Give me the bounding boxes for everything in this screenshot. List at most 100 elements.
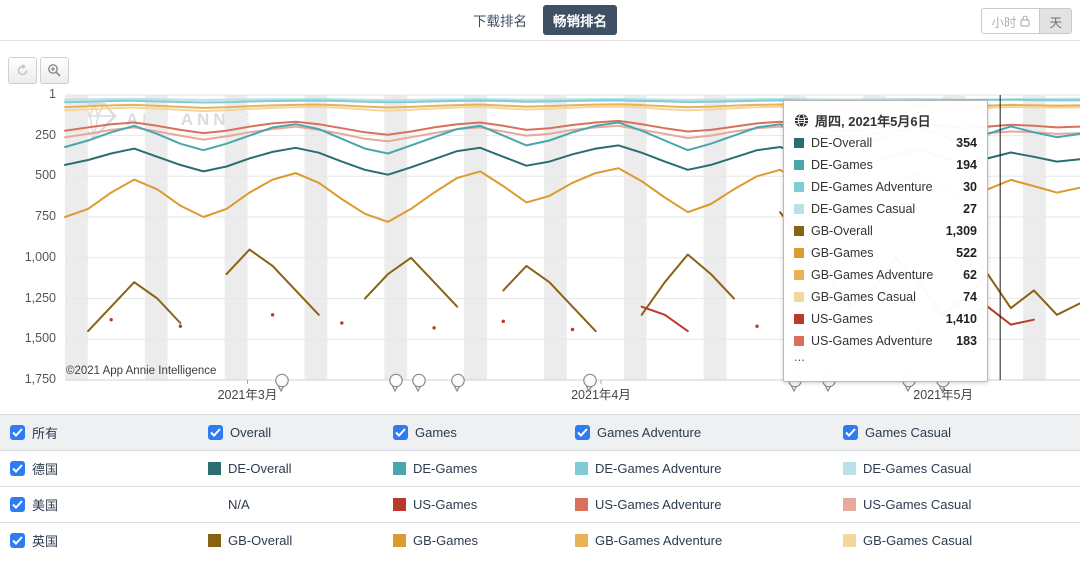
series-swatch — [794, 248, 804, 258]
legend-series-cell: GB-Games — [393, 533, 575, 548]
series-label: US-Games Adventure — [595, 497, 721, 512]
series-point-US-Games — [502, 320, 505, 323]
zoom-in-button[interactable] — [40, 57, 69, 84]
checkbox-country[interactable] — [10, 533, 25, 548]
tooltip-series-label: US-Games Adventure — [811, 334, 956, 348]
series-label: DE-Games Casual — [863, 461, 971, 476]
tooltip-series-value: 62 — [963, 268, 977, 282]
legend-series-cell: DE-Games — [393, 461, 575, 476]
copyright-text: ©2021 App Annie Intelligence — [66, 365, 216, 377]
tab-download-rank[interactable]: 下载排名 — [463, 5, 537, 35]
reset-zoom-button[interactable] — [8, 57, 37, 84]
tooltip-series-label: US-Games — [811, 312, 946, 326]
series-swatch — [794, 270, 804, 280]
legend-country-cell: 英国 — [10, 531, 208, 550]
weekend-band — [65, 95, 88, 380]
tooltip-row: DE-Games Adventure30 — [794, 176, 977, 198]
event-marker[interactable] — [411, 373, 427, 393]
series-swatch — [575, 498, 588, 511]
tooltip-series-value: 74 — [963, 290, 977, 304]
series-label: N/A — [228, 497, 250, 512]
tooltip-series-value: 27 — [963, 202, 977, 216]
tooltip-series-label: DE-Games — [811, 158, 956, 172]
legend-col-label: Games Adventure — [597, 425, 701, 440]
series-swatch — [843, 534, 856, 547]
top-toolbar: 下载排名 畅销排名 小时 天 — [0, 0, 1080, 41]
checkbox-all[interactable] — [10, 425, 25, 440]
series-label: GB-Games — [413, 533, 478, 548]
tooltip-date: 周四, 2021年5月6日 — [815, 111, 931, 130]
tooltip-series-label: GB-Games Casual — [811, 290, 963, 304]
chart-tooltip: 周四, 2021年5月6日 DE-Overall354DE-Games194DE… — [783, 100, 988, 382]
legend-series-cell: US-Games Casual — [843, 497, 1080, 512]
checkbox-games[interactable] — [393, 425, 408, 440]
legend-col-label: Games Casual — [865, 425, 951, 440]
tooltip-series-label: DE-Games Casual — [811, 202, 963, 216]
series-point-US-Games — [109, 318, 112, 321]
series-point-US-Games — [271, 313, 274, 316]
tooltip-series-label: DE-Games Adventure — [811, 180, 963, 194]
series-swatch — [208, 462, 221, 475]
series-legend-table: 所有 Overall Games Games Adventure Games Casu… — [0, 414, 1080, 558]
checkbox-country[interactable] — [10, 497, 25, 512]
legend-header-cell: Overall — [208, 425, 393, 440]
globe-icon — [794, 113, 809, 128]
rank-type-tabs: 下载排名 畅销排名 — [463, 5, 617, 35]
legend-all-cell: 所有 — [10, 423, 208, 442]
series-swatch — [393, 462, 406, 475]
tab-grossing-rank[interactable]: 畅销排名 — [543, 5, 617, 35]
legend-series-cell: GB-Games Casual — [843, 533, 1080, 548]
tooltip-row: GB-Games522 — [794, 242, 977, 264]
day-button[interactable]: 天 — [1039, 9, 1071, 33]
hour-button[interactable]: 小时 — [982, 9, 1039, 33]
legend-series-cell: DE-Games Adventure — [575, 461, 843, 476]
series-label: US-Games — [413, 497, 477, 512]
y-tick-label: 250 — [0, 128, 56, 142]
tooltip-row: DE-Overall354 — [794, 132, 977, 154]
y-tick-label: 500 — [0, 168, 56, 182]
checkbox-overall[interactable] — [208, 425, 223, 440]
weekend-band — [464, 95, 487, 380]
tooltip-series-value: 1,410 — [946, 312, 977, 326]
series-label: DE-Games Adventure — [595, 461, 721, 476]
event-marker[interactable] — [274, 373, 290, 393]
legend-series-cell: GB-Overall — [208, 533, 393, 548]
tooltip-series-value: 30 — [963, 180, 977, 194]
series-point-US-Games — [179, 325, 182, 328]
y-tick-label: 1,250 — [0, 291, 56, 305]
y-tick-label: 1 — [0, 87, 56, 101]
tooltip-series-label: GB-Overall — [811, 224, 946, 238]
series-swatch — [794, 160, 804, 170]
tooltip-series-value: 522 — [956, 246, 977, 260]
tooltip-row: DE-Games194 — [794, 154, 977, 176]
magnifier-plus-icon — [47, 63, 62, 78]
series-swatch — [794, 292, 804, 302]
legend-series-cell: US-Games — [393, 497, 575, 512]
series-label: GB-Games Casual — [863, 533, 972, 548]
legend-series-cell: US-Games Adventure — [575, 497, 843, 512]
tooltip-row: US-Games Adventure183 — [794, 330, 977, 352]
event-marker[interactable] — [388, 373, 404, 393]
event-marker[interactable] — [582, 373, 598, 393]
tooltip-series-label: GB-Games — [811, 246, 956, 260]
country-label: 德国 — [32, 459, 58, 478]
country-label: 美国 — [32, 495, 58, 514]
tooltip-series-value: 354 — [956, 136, 977, 150]
event-marker[interactable] — [450, 373, 466, 393]
series-swatch — [393, 534, 406, 547]
checkbox-games-casual[interactable] — [843, 425, 858, 440]
legend-col-label: Games — [415, 425, 457, 440]
weekend-band — [1023, 95, 1046, 380]
series-swatch — [393, 498, 406, 511]
tooltip-series-label: GB-Games Adventure — [811, 268, 963, 282]
tooltip-header: 周四, 2021年5月6日 — [794, 108, 977, 132]
series-swatch — [843, 498, 856, 511]
checkbox-games-adventure[interactable] — [575, 425, 590, 440]
series-label: GB-Overall — [228, 533, 292, 548]
series-label: US-Games Casual — [863, 497, 971, 512]
checkbox-country[interactable] — [10, 461, 25, 476]
tooltip-more: ... — [794, 352, 977, 368]
legend-col-label: Overall — [230, 425, 271, 440]
series-label: DE-Games — [413, 461, 477, 476]
month-label: 2021年4月 — [556, 384, 646, 403]
